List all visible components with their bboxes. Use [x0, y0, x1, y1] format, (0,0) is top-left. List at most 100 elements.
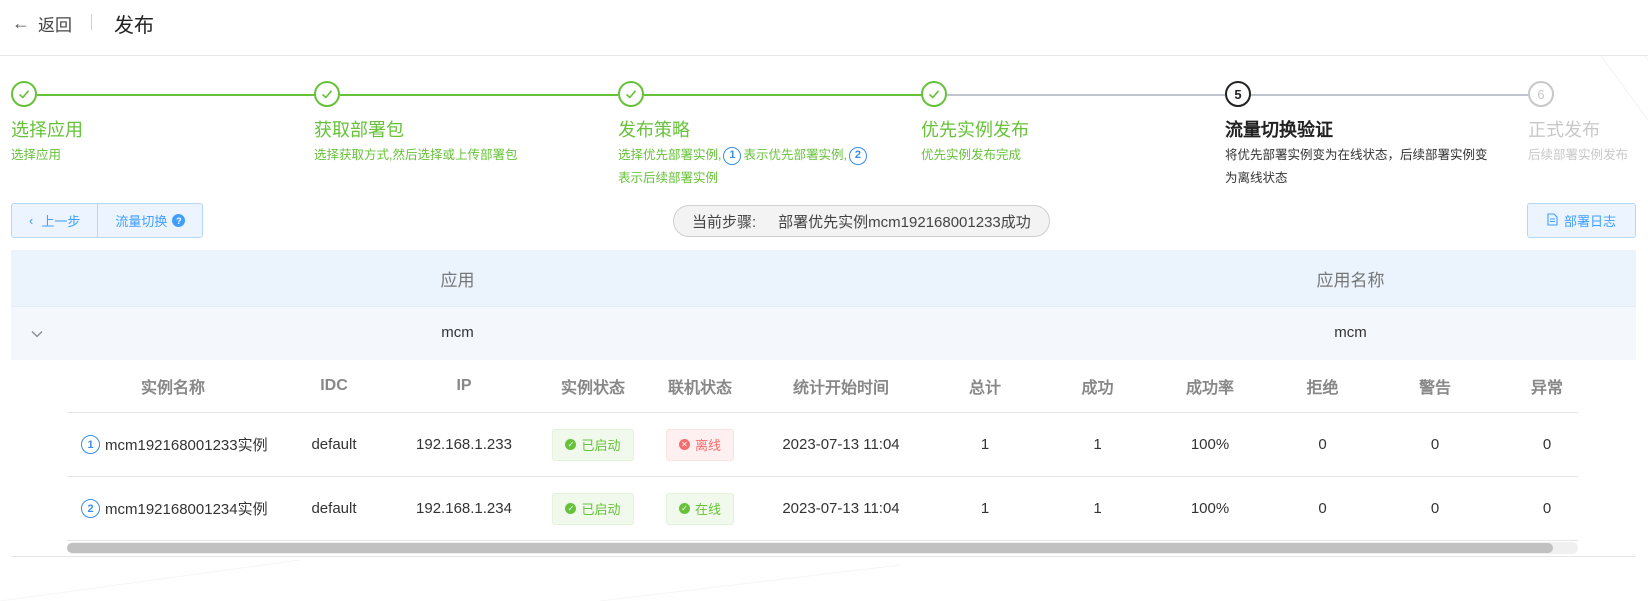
header-divider: [91, 14, 92, 30]
step-number-icon: 5: [1225, 81, 1251, 107]
ip-cell: 192.168.1.234: [416, 500, 512, 517]
instance-name-cell: 1 mcm192168001233实例: [67, 413, 279, 476]
check-circle-icon: ✓: [678, 503, 690, 514]
check-circle-icon: ✓: [565, 503, 577, 514]
column-header: 联机状态: [667, 380, 732, 397]
step-desc: 选择获取方式,然后选择或上传部署包: [314, 148, 518, 162]
column-header: IDC: [320, 377, 348, 394]
instance-table-header: 实例名称 IDC IP 实例状态 联机状态 统计开始时间 总计 成功 成功率 拒…: [67, 360, 1578, 413]
column-header: 成功率: [1185, 380, 1234, 397]
reject-cell: 0: [1318, 436, 1327, 453]
status-cell: ✓ 已启动: [539, 477, 647, 540]
online-text: 离线: [694, 438, 721, 453]
step-connector: [1251, 94, 1529, 96]
step-title: 获取部署包: [314, 120, 404, 140]
online-badge: ✕ 离线: [665, 428, 734, 461]
step-desc: 优先实例发布完成: [921, 148, 1022, 162]
step-title: 正式发布: [1528, 120, 1600, 140]
table-row[interactable]: 1 mcm192168001233实例 default 192.168.1.23…: [67, 413, 1578, 477]
step-desc: 将优先部署实例变为在线状态，后续部署实例变为离线状态: [1225, 148, 1488, 185]
ip-cell: 192.168.1.233: [416, 436, 512, 453]
idc-cell: default: [311, 500, 357, 517]
deploy-log-button[interactable]: 部署日志: [1527, 203, 1636, 238]
horizontal-scrollbar[interactable]: [67, 542, 1578, 554]
current-step-label: 当前步骤:: [692, 213, 757, 231]
table-bottom-border: [11, 556, 1636, 557]
start-time-cell: 2023-07-13 11:04: [782, 500, 900, 517]
step-connector: [340, 94, 618, 96]
rate-cell: 100%: [1190, 500, 1230, 517]
back-button[interactable]: ← 返回: [12, 11, 72, 36]
total-cell: 1: [980, 500, 990, 517]
step-desc: 后续部署实例发布: [1528, 148, 1629, 162]
back-label: 返回: [38, 16, 72, 35]
step-desc: 选择应用: [11, 148, 62, 162]
current-step-badge: 当前步骤: 部署优先实例mcm192168001233成功: [673, 205, 1050, 237]
status-cell: ✓ 已启动: [539, 413, 647, 476]
page-header: ← 返回 发布: [0, 0, 1648, 56]
instance-name: mcm192168001234实例: [105, 501, 268, 518]
success-cell: 1: [1093, 436, 1102, 453]
app-table-row[interactable]: mcm mcm: [11, 306, 1636, 360]
online-cell: ✓ 在线: [647, 477, 753, 540]
check-circle-icon: ✓: [565, 439, 577, 450]
step-desc-part: 表示优先部署实例,: [743, 148, 847, 162]
step-title: 流量切换验证: [1225, 120, 1333, 140]
idc-cell: default: [311, 436, 357, 453]
circle-two-icon: 2: [81, 499, 100, 518]
error-cell: 0: [1542, 500, 1552, 517]
circle-two-icon: 2: [848, 146, 867, 165]
arrow-left-icon: ←: [12, 13, 30, 33]
check-icon: [11, 81, 37, 107]
online-badge: ✓ 在线: [665, 492, 734, 525]
help-icon[interactable]: ?: [172, 214, 186, 227]
success-cell: 1: [1093, 500, 1102, 517]
document-icon: [1547, 212, 1558, 229]
step-desc-part: 表示后续部署实例: [618, 171, 719, 185]
column-header: 实例名称: [140, 380, 205, 397]
prev-step-label: 上一步: [41, 214, 81, 229]
column-header: 警告: [1418, 380, 1451, 397]
step-connector: [947, 94, 1225, 96]
deploy-log-label: 部署日志: [1563, 214, 1616, 229]
check-icon: [921, 81, 947, 107]
warn-cell: 0: [1430, 436, 1440, 453]
column-header: 应用: [440, 270, 475, 290]
column-header: 拒绝: [1306, 380, 1339, 397]
step-title: 选择应用: [11, 120, 83, 140]
online-cell: ✕ 离线: [647, 413, 753, 476]
status-text: 已启动: [581, 502, 621, 517]
close-circle-icon: ✕: [678, 439, 690, 450]
traffic-switch-label: 流量切换: [115, 214, 168, 229]
column-header: IP: [456, 377, 472, 394]
app-cell: mcm: [441, 324, 474, 341]
step-title: 发布策略: [618, 120, 690, 140]
check-icon: [618, 81, 644, 107]
instance-name: mcm192168001233实例: [105, 437, 268, 454]
warn-cell: 0: [1430, 500, 1440, 517]
scrollbar-thumb[interactable]: [67, 543, 1553, 553]
column-header: 实例状态: [560, 380, 625, 397]
step-title: 优先实例发布: [921, 120, 1029, 140]
rate-cell: 100%: [1190, 436, 1230, 453]
chevron-left-icon: ‹: [29, 213, 34, 228]
step-connector: [37, 94, 315, 96]
traffic-switch-button[interactable]: 流量切换 ?: [97, 204, 202, 237]
step-connector: [644, 94, 922, 96]
table-row[interactable]: 2 mcm192168001234实例 default 192.168.1.23…: [67, 477, 1578, 541]
steps-bar: 选择应用 选择应用 获取部署包 选择获取方式,然后选择或上传部署包 发布策略 选…: [0, 78, 1648, 188]
instance-name-cell: 2 mcm192168001234实例: [67, 477, 279, 540]
column-header: 异常: [1530, 380, 1563, 397]
error-cell: 0: [1542, 436, 1552, 453]
column-header: 统计开始时间: [792, 380, 889, 397]
prev-step-button[interactable]: ‹ 上一步: [12, 204, 97, 237]
step-number-icon: 6: [1528, 81, 1554, 107]
column-header: 成功: [1081, 380, 1114, 397]
app-table-header: 应用 应用名称: [11, 250, 1636, 306]
app-name-cell: mcm: [1334, 324, 1367, 341]
status-text: 已启动: [581, 438, 621, 453]
status-badge: ✓ 已启动: [552, 428, 634, 461]
step-desc-part: 选择优先部署实例,: [618, 148, 722, 162]
circle-one-icon: 1: [81, 435, 100, 454]
current-step-value: 部署优先实例mcm192168001233成功: [778, 213, 1031, 231]
